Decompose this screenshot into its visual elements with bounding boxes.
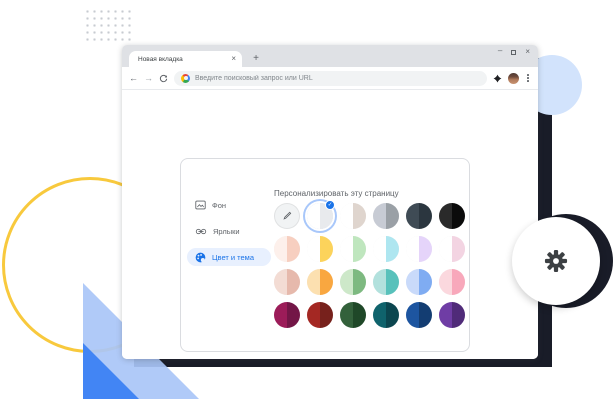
theme-swatch[interactable] [274, 302, 300, 328]
google-logo-icon [181, 74, 190, 83]
theme-swatch[interactable] [307, 236, 333, 262]
theme-swatch[interactable] [439, 269, 465, 295]
theme-swatch[interactable]: ✓ [307, 203, 333, 229]
sidebar-item-label: Фон [212, 201, 226, 210]
settings-badge [512, 217, 600, 305]
browser-window: Новая вкладка × + – × ← → Введите поиск [122, 45, 538, 359]
theme-swatch[interactable] [373, 203, 399, 229]
sidebar-item-label: Ярлыки [213, 227, 240, 236]
sidebar-item-background[interactable]: Фон [187, 196, 271, 214]
address-placeholder: Введите поисковый запрос или URL [195, 75, 480, 82]
theme-swatch[interactable] [373, 269, 399, 295]
menu-icon[interactable] [525, 74, 531, 82]
theme-swatch[interactable] [340, 302, 366, 328]
theme-swatch[interactable] [439, 236, 465, 262]
gear-icon [543, 248, 569, 274]
address-bar[interactable]: Введите поисковый запрос или URL [174, 71, 487, 86]
window-controls: – × [498, 45, 530, 59]
theme-swatch[interactable] [340, 236, 366, 262]
sidebar-item-shortcuts[interactable]: Ярлыки [187, 222, 271, 240]
theme-swatch[interactable] [340, 203, 366, 229]
custom-color-picker[interactable] [274, 203, 300, 229]
sidebar-item-color-theme[interactable]: Цвет и тема [187, 248, 271, 266]
shortcuts-icon [195, 227, 207, 236]
background-icon [195, 200, 206, 210]
theme-swatch[interactable] [307, 302, 333, 328]
reload-icon[interactable] [159, 74, 168, 83]
dot-grid-decoration [84, 8, 133, 41]
theme-swatch[interactable] [340, 269, 366, 295]
new-tab-page: Персонализировать эту страницу Фон [122, 90, 538, 359]
dialog-title: Персонализировать эту страницу [274, 189, 399, 198]
browser-tab[interactable]: Новая вкладка × [129, 51, 242, 67]
theme-swatch[interactable] [406, 203, 432, 229]
sidebar-item-label: Цвет и тема [212, 253, 254, 262]
theme-swatch-grid: ✓ [274, 203, 465, 328]
customize-dialog: Персонализировать эту страницу Фон [180, 158, 470, 352]
theme-swatch[interactable] [373, 302, 399, 328]
extension-icon[interactable] [493, 74, 502, 83]
theme-swatch[interactable] [373, 236, 399, 262]
tab-strip: Новая вкладка × + – × [122, 45, 538, 67]
theme-swatch[interactable] [406, 236, 432, 262]
illustration-canvas: Новая вкладка × + – × ← → Введите поиск [0, 0, 614, 413]
theme-swatch[interactable] [406, 302, 432, 328]
eyedropper-icon [282, 211, 292, 221]
theme-swatch[interactable] [406, 269, 432, 295]
tab-close-icon[interactable]: × [231, 55, 236, 63]
theme-swatch[interactable] [307, 269, 333, 295]
browser-toolbar: ← → Введите поисковый запрос или URL [122, 67, 538, 90]
minimize-icon[interactable]: – [498, 47, 502, 55]
theme-swatch[interactable] [439, 302, 465, 328]
theme-swatch[interactable] [274, 269, 300, 295]
maximize-icon[interactable] [511, 50, 516, 55]
tab-title: Новая вкладка [138, 56, 231, 63]
dialog-sidebar: Фон Ярлыки [187, 196, 271, 274]
color-theme-icon [195, 252, 206, 263]
profile-avatar[interactable] [508, 73, 519, 84]
back-icon[interactable]: ← [129, 74, 138, 83]
theme-swatch[interactable] [274, 236, 300, 262]
selected-check-icon: ✓ [325, 200, 335, 210]
forward-icon[interactable]: → [144, 74, 153, 83]
theme-swatch[interactable] [439, 203, 465, 229]
new-tab-button[interactable]: + [248, 50, 264, 66]
close-icon[interactable]: × [525, 48, 530, 56]
